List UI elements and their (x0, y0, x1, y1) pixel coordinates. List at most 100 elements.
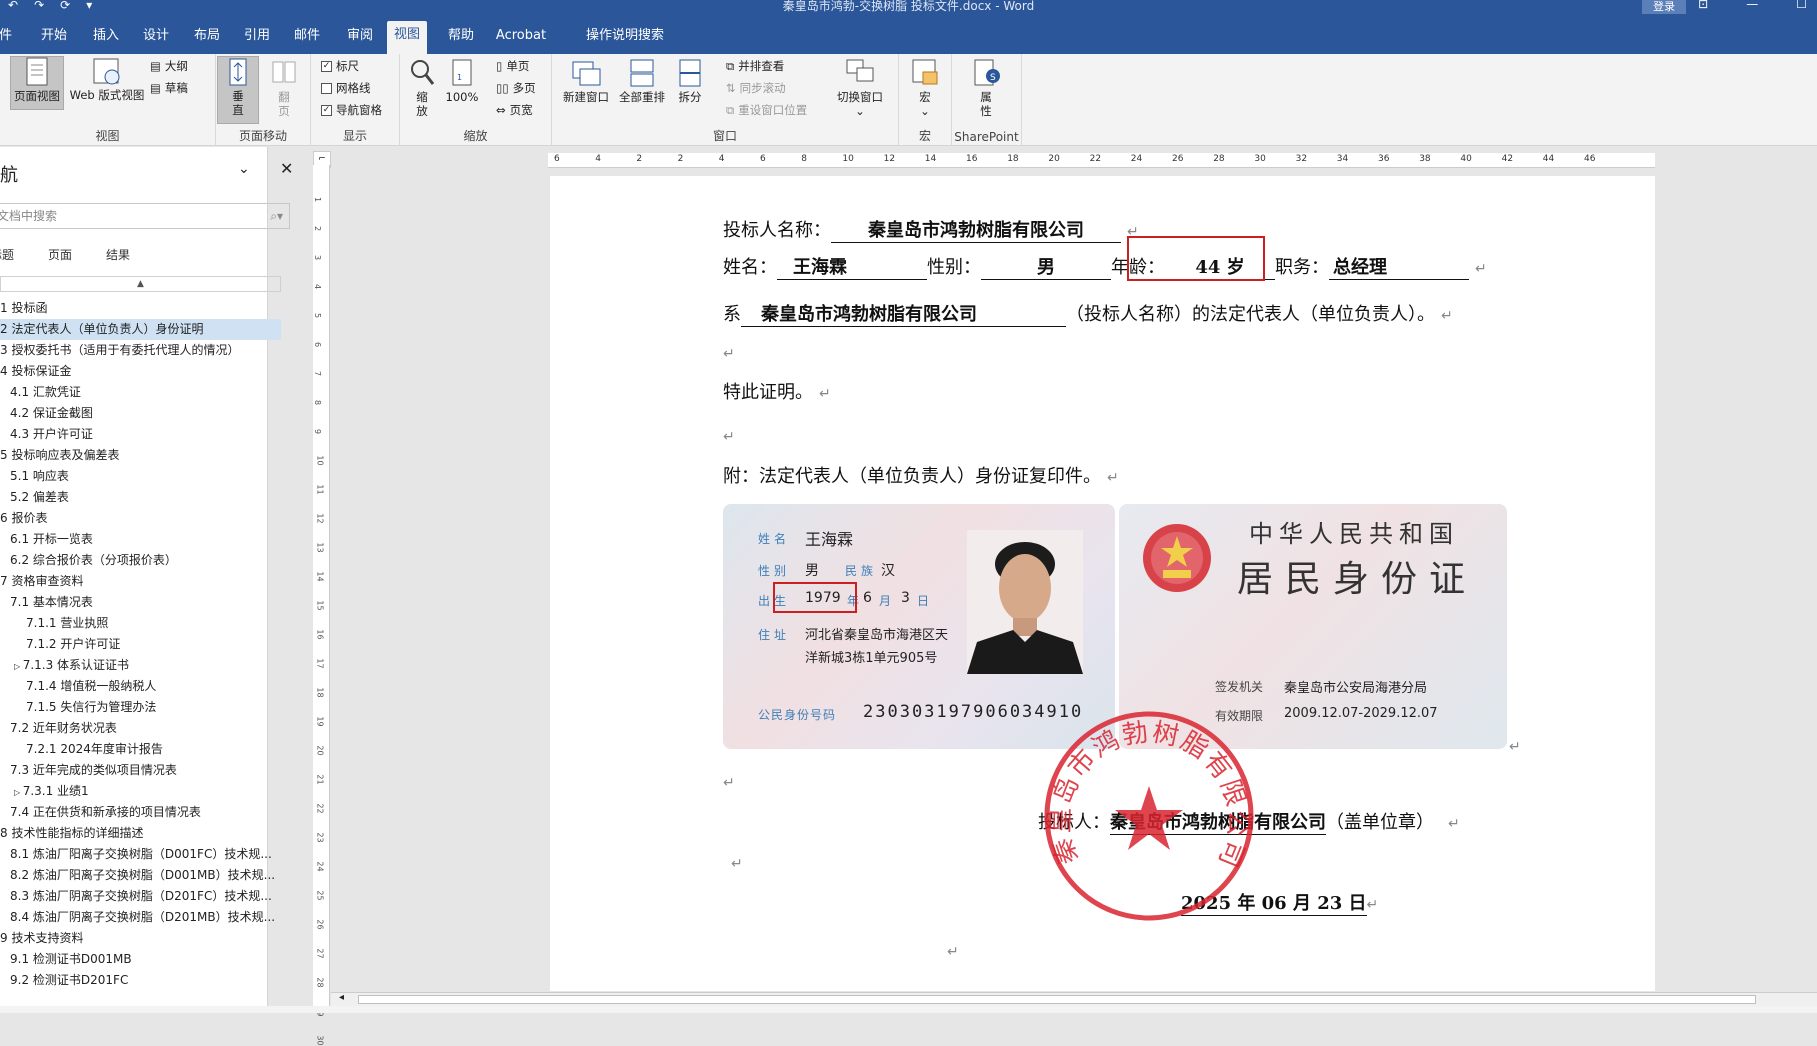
draft-view-button[interactable]: ▤ 草稿 (150, 80, 188, 96)
gridlines-checkbox[interactable]: 网格线 (321, 80, 371, 96)
gridlines-check[interactable] (321, 82, 332, 94)
nav-heading-item[interactable]: 7.1.5 失信行为管理办法 (0, 697, 281, 718)
nav-heading-item[interactable]: 5.1 响应表 (0, 466, 281, 487)
macro-button[interactable]: 宏 ⌄ (907, 58, 943, 120)
nav-heading-item[interactable]: 7.1.4 增值税一般纳税人 (0, 676, 281, 697)
new-window-icon (572, 61, 601, 86)
nav-heading-item[interactable]: 4.2 保证金截图 (0, 403, 281, 424)
nav-heading-item[interactable]: 9.1 检测证书D001MB (0, 949, 281, 970)
expand-arrow-icon[interactable]: ▷ (14, 662, 23, 671)
nav-heading-item[interactable]: 7.2.1 2024年度审计报告 (0, 739, 281, 760)
nav-heading-item[interactable]: 4.3 开户许可证 (0, 424, 281, 445)
search-icon[interactable]: ⌕▾ (270, 204, 283, 228)
nav-heading-item[interactable]: 5 投标响应表及偏差表 (0, 445, 281, 466)
arrange-all-button[interactable]: 全部重排 (616, 58, 668, 112)
nav-pane-checkbox[interactable]: ✓ 导航窗格 (321, 102, 382, 118)
login-button[interactable]: 登录 (1642, 0, 1686, 14)
web-view-button[interactable]: Web 版式视图 (66, 58, 148, 108)
ruler-tick-label: 22 (315, 803, 325, 814)
nav-heading-item[interactable]: 8.3 炼油厂阴离子交换树脂（D201FC）技术规... (0, 886, 281, 907)
horizontal-scrollbar[interactable]: ◂ (331, 992, 1817, 1006)
nav-heading-item[interactable]: 9.2 检测证书D201FC (0, 970, 281, 991)
new-window-button[interactable]: 新建窗口 (560, 58, 612, 112)
nav-heading-item[interactable]: 5.2 偏差表 (0, 487, 281, 508)
nav-scroll-up-button[interactable]: ▲ (0, 276, 281, 292)
nav-heading-item[interactable]: 7.2 近年财务状况表 (0, 718, 281, 739)
nav-heading-item[interactable]: 9 技术支持资料 (0, 928, 281, 949)
flip-button[interactable]: 翻页 (264, 58, 304, 124)
nav-heading-item[interactable]: ▷ 7.1.3 体系认证证书 (0, 655, 281, 676)
tab-item[interactable]: 插入 (82, 24, 130, 54)
sync-scroll-button[interactable]: ⇅ 同步滚动 (726, 80, 786, 96)
tab-item[interactable]: 帮助 (437, 24, 485, 54)
minimize-icon[interactable]: — (1746, 0, 1758, 11)
horizontal-ruler[interactable]: 6 4 2 2 4 6 8 10 12 14 16 18 20 22 24 26 28 30 32 34 36 38 40 4… (548, 153, 1655, 168)
tab-item[interactable]: 审阅 (337, 24, 383, 54)
tab-item[interactable]: 布局 (183, 24, 231, 54)
tab-item[interactable]: 文件 (0, 24, 12, 54)
nav-heading-item[interactable]: 8.1 炼油厂阳离子交换树脂（D001FC）技术规... (0, 844, 281, 865)
nav-heading-item[interactable]: 2 法定代表人（单位负责人）身份证明 (0, 319, 281, 340)
ruler-check[interactable]: ✓ (321, 60, 332, 72)
tab-item[interactable]: 邮件 (283, 24, 331, 54)
scroll-left-icon[interactable]: ◂ (339, 992, 344, 1003)
nav-heading-item[interactable]: 7.1 基本情况表 (0, 592, 281, 613)
tab-item[interactable]: Acrobat (490, 24, 552, 54)
ruler-checkbox[interactable]: ✓ 标尺 (321, 58, 359, 74)
page-view-button[interactable]: 页面视图 (10, 56, 64, 110)
nav-heading-item[interactable]: 4.1 汇款凭证 (0, 382, 281, 403)
reset-position-button[interactable]: ⧉ 重设窗口位置 (726, 102, 807, 118)
nav-title: 导航 (0, 165, 18, 186)
nav-heading-item[interactable]: 6.1 开标一览表 (0, 529, 281, 550)
web-view-icon (93, 58, 120, 85)
nav-heading-item[interactable]: 4 投标保证金 (0, 361, 281, 382)
nav-heading-item[interactable]: 8 技术性能指标的详细描述 (0, 823, 281, 844)
nav-heading-item[interactable]: 8.2 炼油厂阳离子交换树脂（D001MB）技术规... (0, 865, 281, 886)
nav-close-icon[interactable]: ✕ (280, 159, 293, 178)
maximize-icon[interactable]: ☐ (1796, 0, 1807, 11)
nav-tab-pages[interactable]: 页面 (48, 246, 72, 263)
expand-arrow-icon[interactable]: ▷ (14, 788, 23, 797)
sharepoint-properties-icon: S (974, 59, 1000, 86)
side-by-side-button[interactable]: ⧉ 并排查看 (726, 58, 784, 74)
page-width-button[interactable]: ⇔ 页宽 (496, 102, 533, 118)
multi-page-button[interactable]: ▯▯ 多页 (496, 80, 536, 96)
tab-tell-me[interactable]: 操作说明搜索 (560, 24, 690, 54)
zoom-button[interactable]: 缩放 (406, 58, 438, 124)
ribbon-display-icon[interactable]: ⊡ (1698, 0, 1708, 11)
vertical-ruler[interactable]: 1 2 3 4 5 6 7 8 9 10 11 12 13 14 15 16 17 18 19 20 21 22 23 24 2… (313, 165, 330, 1046)
nav-options-icon[interactable]: ⌄ (238, 161, 250, 177)
nav-heading-item[interactable]: 6.2 综合报价表（分项报价表） (0, 550, 281, 571)
tab-item[interactable]: 视图 (387, 21, 427, 54)
nav-heading-item[interactable]: 7.1.1 营业执照 (0, 613, 281, 634)
nav-heading-item[interactable]: 8.4 炼油厂阴离子交换树脂（D201MB）技术规... (0, 907, 281, 928)
nav-heading-item[interactable]: 7 资格审查资料 (0, 571, 281, 592)
arrange-all-icon (630, 59, 654, 87)
ruler-tick-label: 20 (1048, 154, 1060, 164)
id-ethnic-label: 民族 (845, 564, 878, 578)
horizontal-scroll-thumb[interactable] (358, 995, 1756, 1004)
tab-item[interactable]: 开始 (30, 24, 78, 54)
tab-item[interactable]: 设计 (133, 24, 179, 54)
properties-button[interactable]: S 属性 (966, 58, 1006, 124)
nav-heading-item[interactable]: 7.4 正在供货和新承接的项目情况表 (0, 802, 281, 823)
tab-item[interactable]: 引用 (234, 24, 280, 54)
nav-heading-item[interactable]: ▷ 7.3.1 业绩1 (0, 781, 281, 802)
one-page-button[interactable]: ▯ 单页 (496, 58, 529, 74)
multi-page-icon: ▯▯ (496, 81, 509, 95)
zoom-100-button[interactable]: 1 100% (442, 58, 482, 112)
nav-tab-headings[interactable]: 标题 (0, 246, 14, 263)
split-button[interactable]: 拆分 (672, 58, 708, 112)
nav-pane-check[interactable]: ✓ (321, 104, 332, 116)
nav-heading-item[interactable]: 7.1.2 开户许可证 (0, 634, 281, 655)
nav-search-input[interactable]: 在文档中搜索 ⌕▾ (0, 203, 290, 229)
nav-heading-item[interactable]: 3 授权委托书（适用于有委托代理人的情况） (0, 340, 281, 361)
nav-tab-results[interactable]: 结果 (106, 246, 130, 263)
nav-heading-item[interactable]: 1 投标函 (0, 298, 281, 319)
nav-heading-item[interactable]: 7.3 近年完成的类似项目情况表 (0, 760, 281, 781)
vertical-button[interactable]: 垂直 (217, 56, 259, 124)
group-show: ✓ 标尺 网格线 ✓ 导航窗格 显示 (311, 54, 400, 146)
outline-view-button[interactable]: ▤ 大纲 (150, 58, 188, 74)
switch-window-button[interactable]: 切换窗口 ⌄ (832, 58, 888, 118)
nav-heading-item[interactable]: 6 报价表 (0, 508, 281, 529)
